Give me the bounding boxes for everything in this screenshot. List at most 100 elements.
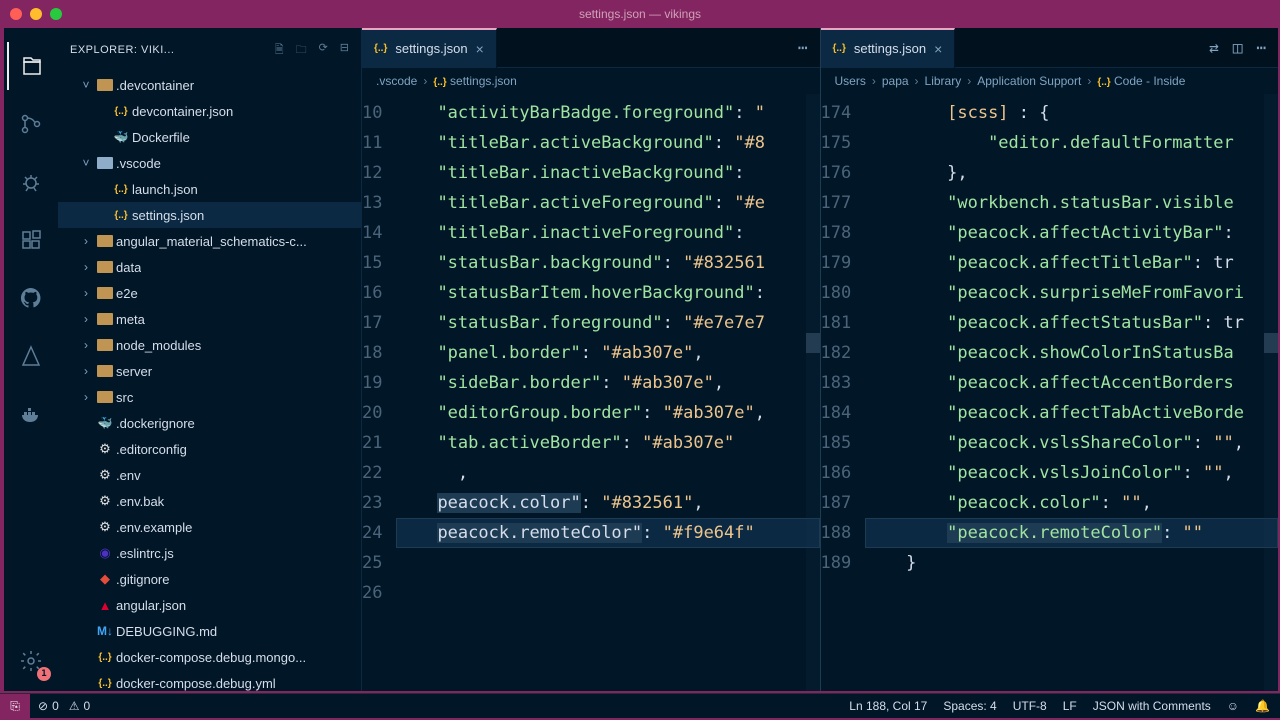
refresh-icon[interactable]: ⟳ [319,41,328,60]
azure-activity-icon[interactable] [7,332,55,380]
tree-file[interactable]: {..}settings.json [58,202,361,228]
github-activity-icon[interactable] [7,274,55,322]
code-line[interactable]: "peacock.affectTabActiveBorde [865,398,1278,428]
docker-activity-icon[interactable] [7,390,55,438]
code-line[interactable]: "tab.activeBorder": "#ab307e" [396,428,819,458]
breadcrumb-seg[interactable]: papa [882,74,909,88]
code-line[interactable]: "peacock.affectStatusBar": tr [865,308,1278,338]
code-line[interactable] [396,578,819,608]
code-line[interactable]: "editor.defaultFormatter [865,128,1278,158]
code-line[interactable]: "peacock.affectAccentBorders [865,368,1278,398]
tree-folder[interactable]: ›node_modules [58,332,361,358]
code-line[interactable]: "editorGroup.border": "#ab307e", [396,398,819,428]
tab-settings[interactable]: {..} settings.json × [362,28,497,68]
status-warnings[interactable]: ⚠0 [69,699,90,713]
code-line[interactable]: "peacock.affectTitleBar": tr [865,248,1278,278]
tree-folder[interactable]: ›server [58,358,361,384]
tree-file[interactable]: M↓DEBUGGING.md [58,618,361,644]
breadcrumb-seg[interactable]: Application Support [977,74,1081,88]
status-indent[interactable]: Spaces: 4 [943,699,996,713]
scm-activity-icon[interactable] [7,100,55,148]
status-eol[interactable]: LF [1063,699,1077,713]
code-line[interactable]: "peacock.vslsShareColor": "", [865,428,1278,458]
code-line[interactable]: "panel.border": "#ab307e", [396,338,819,368]
status-errors[interactable]: ⊘0 [38,699,59,713]
new-folder-icon[interactable]: 🗀 [296,41,307,60]
tree-file[interactable]: ◆.gitignore [58,566,361,592]
code-line[interactable]: "activityBarBadge.foreground": " [396,98,819,128]
tree-file[interactable]: ⚙.env.bak [58,488,361,514]
settings-activity-icon[interactable]: 1 [7,637,55,685]
code-line[interactable]: [scss] : { [865,98,1278,128]
code-line[interactable]: "statusBar.foreground": "#e7e7e7 [396,308,819,338]
collapse-icon[interactable]: ⊟ [340,41,349,60]
tree-folder[interactable]: ›data [58,254,361,280]
extensions-activity-icon[interactable] [7,216,55,264]
tree-folder[interactable]: ˅.vscode [58,150,361,176]
breadcrumb-seg[interactable]: {..} settings.json [433,74,516,88]
tree-file[interactable]: 🐳Dockerfile [58,124,361,150]
more-icon[interactable]: ⋯ [1256,38,1266,57]
code-line[interactable]: "titleBar.inactiveBackground": [396,158,819,188]
status-cursor[interactable]: Ln 188, Col 17 [849,699,927,713]
code-line[interactable]: }, [865,158,1278,188]
debug-activity-icon[interactable] [7,158,55,206]
code-line[interactable]: "titleBar.activeBackground": "#8 [396,128,819,158]
status-encoding[interactable]: UTF-8 [1013,699,1047,713]
tree-file[interactable]: ▲angular.json [58,592,361,618]
code-line[interactable]: "peacock.color": "", [865,488,1278,518]
tree-folder[interactable]: ›angular_material_schematics-c... [58,228,361,254]
minimap[interactable] [806,94,820,691]
new-file-icon[interactable]: 🗎 [275,41,284,60]
more-icon[interactable]: ⋯ [798,38,808,57]
code-line[interactable]: "statusBar.background": "#832561 [396,248,819,278]
code-line[interactable]: "sideBar.border": "#ab307e", [396,368,819,398]
tree-file[interactable]: {..}launch.json [58,176,361,202]
file-tree[interactable]: ˅.devcontainer{..}devcontainer.json🐳Dock… [58,72,361,691]
tree-file[interactable]: ◉.eslintrc.js [58,540,361,566]
zoom-window-icon[interactable] [50,8,62,20]
code-line[interactable]: } [865,548,1278,578]
status-language[interactable]: JSON with Comments [1093,699,1211,713]
code-line[interactable]: "workbench.statusBar.visible [865,188,1278,218]
code-line[interactable]: peacock.color": "#832561", [396,488,819,518]
code-line[interactable]: "peacock.remoteColor": "" [865,518,1278,548]
tree-folder[interactable]: ›src [58,384,361,410]
tree-file[interactable]: ⚙.env [58,462,361,488]
tree-file[interactable]: {..}docker-compose.debug.mongo... [58,644,361,670]
minimize-window-icon[interactable] [30,8,42,20]
tree-file[interactable]: {..}devcontainer.json [58,98,361,124]
tree-file[interactable]: {..}docker-compose.debug.yml [58,670,361,691]
tree-file[interactable]: 🐳.dockerignore [58,410,361,436]
editor-code[interactable]: 1011121314151617181920212223242526 "acti… [362,94,820,691]
close-icon[interactable]: × [934,41,942,57]
code-line[interactable]: , [396,458,819,488]
tree-file[interactable]: ⚙.env.example [58,514,361,540]
breadcrumb-seg[interactable]: {..} Code - Inside [1097,74,1185,88]
editor-code[interactable]: 1741751761771781791801811821831841851861… [821,94,1279,691]
tab-settings[interactable]: {..} settings.json × [821,28,956,68]
tree-folder[interactable]: ˅.devcontainer [58,72,361,98]
code-line[interactable] [396,548,819,578]
status-feedback-icon[interactable]: ☺ [1227,699,1239,713]
tree-folder[interactable]: ›e2e [58,280,361,306]
code-line[interactable]: "peacock.affectActivityBar": [865,218,1278,248]
breadcrumb-seg[interactable]: .vscode [376,74,417,88]
code-line[interactable]: "titleBar.inactiveForeground": [396,218,819,248]
code-line[interactable]: "peacock.surpriseMeFromFavori [865,278,1278,308]
code-line[interactable]: peacock.remoteColor": "#f9e64f" [396,518,819,548]
code-line[interactable]: "peacock.vslsJoinColor": "", [865,458,1278,488]
minimap[interactable] [1264,94,1278,691]
close-window-icon[interactable] [10,8,22,20]
code-line[interactable]: "statusBarItem.hoverBackground": [396,278,819,308]
split-icon[interactable]: ◫ [1233,38,1243,57]
close-icon[interactable]: × [476,41,484,57]
code-line[interactable]: "titleBar.activeForeground": "#e [396,188,819,218]
breadcrumb-seg[interactable]: Library [925,74,962,88]
remote-indicator[interactable]: ⎘ [0,694,30,719]
explorer-activity-icon[interactable] [7,42,55,90]
tree-file[interactable]: ⚙.editorconfig [58,436,361,462]
tree-folder[interactable]: ›meta [58,306,361,332]
status-bell-icon[interactable]: 🔔 [1255,699,1270,713]
code-line[interactable]: "peacock.showColorInStatusBa [865,338,1278,368]
